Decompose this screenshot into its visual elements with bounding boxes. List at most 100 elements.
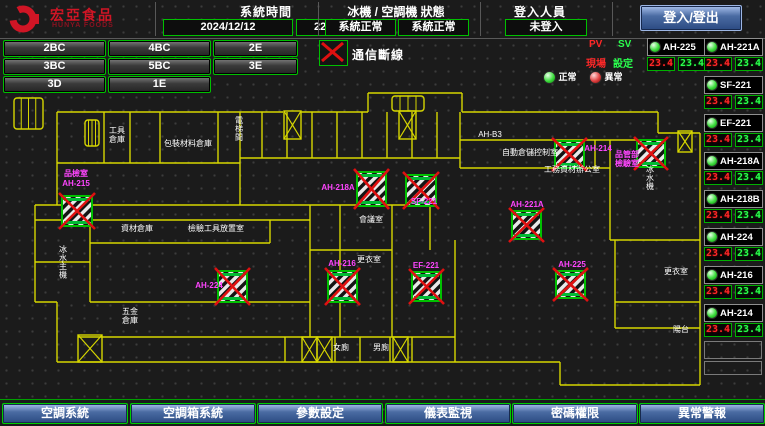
pv-sub-label: 現場 bbox=[586, 55, 606, 70]
room-label-更衣室: 更衣室 bbox=[357, 254, 381, 264]
unit-pv-value: 23.4 bbox=[704, 247, 732, 261]
empty-slot bbox=[704, 341, 762, 359]
device-label-AH-218A: AH-218A bbox=[321, 183, 355, 192]
unit-sv-value: 23.4 bbox=[735, 285, 763, 299]
unit-lamp-icon bbox=[706, 117, 718, 129]
stair-icon bbox=[317, 337, 332, 362]
unit-lamp-icon bbox=[706, 41, 718, 53]
unit-AH-218A[interactable]: AH-218A bbox=[704, 152, 763, 170]
nav-button-5[interactable]: 密碼權限 bbox=[512, 403, 638, 424]
room-label-自動倉儲控制室: 自動倉儲控制室 bbox=[502, 147, 558, 157]
device-label-品管部: 品管部 bbox=[615, 149, 639, 159]
unit-SF-221[interactable]: SF-221 bbox=[704, 76, 763, 94]
unit-sv-value: 23.4 bbox=[735, 171, 763, 185]
room-label-電梯間: 電梯間 bbox=[235, 116, 243, 142]
device-label-AH-216: AH-216 bbox=[328, 259, 356, 268]
device-label-AH-215: AH-215 bbox=[62, 179, 90, 188]
pv-label: PV bbox=[589, 39, 602, 50]
device-label-AH-225: AH-225 bbox=[558, 260, 586, 269]
ahu-device-AH-225[interactable] bbox=[553, 268, 588, 301]
nav-button-3[interactable]: 參數設定 bbox=[257, 403, 383, 424]
unit-AH-218B[interactable]: AH-218B bbox=[704, 190, 763, 208]
room-label-男廁: 男廁 bbox=[373, 342, 389, 352]
logo-subtitle: HUNYA FOODS bbox=[52, 22, 114, 29]
unit-name-label: AH-214 bbox=[720, 308, 753, 319]
unit-sv-value: 23.4 bbox=[735, 95, 763, 109]
unit-lamp-icon bbox=[706, 231, 718, 243]
ahu-device-AH-215[interactable] bbox=[59, 193, 95, 229]
ahu-device-EF-221[interactable] bbox=[409, 269, 444, 304]
device-label-品檢室: 品檢室 bbox=[64, 168, 88, 178]
unit-sv-value: 23.4 bbox=[735, 323, 763, 337]
nav-button-1[interactable]: 空調系統 bbox=[2, 403, 128, 424]
unit-name-label: AH-224 bbox=[720, 232, 753, 243]
unit-name-label: EF-221 bbox=[720, 118, 751, 129]
device-label-檢驗室: 檢驗室 bbox=[615, 158, 639, 168]
device-label-AH-214: AH-214 bbox=[584, 144, 612, 153]
room-label-工具: 工具 bbox=[109, 126, 125, 135]
login-person-label: 登入人員 bbox=[492, 3, 588, 20]
login-logout-button[interactable]: 登入/登出 bbox=[640, 5, 742, 31]
unit-name-label: AH-221A bbox=[720, 42, 760, 53]
unit-AH-216[interactable]: AH-216 bbox=[704, 266, 763, 284]
unit-name-label: SF-221 bbox=[720, 80, 751, 91]
floor-button-3E[interactable]: 3E bbox=[213, 58, 298, 75]
nav-button-6[interactable]: 異常警報 bbox=[639, 403, 765, 424]
room-label-會議室: 會議室 bbox=[359, 214, 383, 224]
chiller-status-value: 系統正常 bbox=[325, 19, 396, 36]
comm-offline-label: 通信斷線 bbox=[352, 46, 404, 63]
unit-EF-221[interactable]: EF-221 bbox=[704, 114, 763, 132]
unit-sv-value: 23.4 bbox=[735, 247, 763, 261]
ramp-icon bbox=[14, 98, 43, 129]
floor-button-2E[interactable]: 2E bbox=[213, 40, 298, 57]
unit-pv-value: 23.4 bbox=[704, 133, 732, 147]
legend-normal-label: 正常 bbox=[559, 72, 577, 82]
divider bbox=[318, 2, 319, 36]
room-label-AH-B3: AH-B3 bbox=[478, 130, 502, 139]
abnormal-lamp-icon bbox=[589, 71, 602, 84]
stair-icon bbox=[678, 131, 692, 152]
header-bar: 宏亞食品 HUNYA FOODS 系統時間 2024/12/12 22:09:5… bbox=[0, 0, 765, 39]
floor-button-5BC[interactable]: 5BC bbox=[108, 58, 211, 75]
unit-AH-214[interactable]: AH-214 bbox=[704, 304, 763, 322]
room-label-五金: 五金 bbox=[122, 306, 138, 316]
device-label-AH-221A: AH-221A bbox=[510, 200, 544, 209]
unit-AH-221A[interactable]: AH-221A bbox=[704, 38, 763, 56]
ahu-device-AH-218A[interactable] bbox=[354, 169, 389, 209]
divider bbox=[155, 2, 156, 36]
device-label-EF-221: EF-221 bbox=[413, 261, 440, 270]
machine-status-label: 冰機 / 空調機 狀態 bbox=[322, 3, 470, 20]
hunya-logo-icon bbox=[8, 4, 46, 34]
login-person-value: 未登入 bbox=[505, 19, 587, 36]
room-label-陽台: 陽台 bbox=[673, 324, 689, 334]
unit-lamp-icon bbox=[706, 79, 718, 91]
nav-divider bbox=[0, 399, 765, 400]
unit-AH-224[interactable]: AH-224 bbox=[704, 228, 763, 246]
room-label-倉庫: 倉庫 bbox=[109, 134, 125, 144]
stair-icon bbox=[302, 337, 317, 362]
nav-button-4[interactable]: 儀表監視 bbox=[385, 403, 511, 424]
room-label-倉庫: 倉庫 bbox=[122, 315, 138, 325]
ramp-icon bbox=[85, 120, 99, 146]
unit-pv-value: 23.4 bbox=[704, 285, 732, 299]
floor-plan: 工具倉庫包裝材料倉庫電梯間資材倉庫檢驗工具放置室冰水主機五金倉庫會議室更衣室AH… bbox=[0, 90, 703, 400]
unit-name-label: AH-218B bbox=[720, 194, 760, 205]
unit-lamp-icon bbox=[706, 307, 718, 319]
room-label-更衣室: 更衣室 bbox=[664, 266, 688, 276]
divider bbox=[480, 2, 481, 36]
floor-button-2BC[interactable]: 2BC bbox=[3, 40, 106, 57]
nav-button-2[interactable]: 空調箱系統 bbox=[130, 403, 256, 424]
ahu-device-AH-216[interactable] bbox=[325, 268, 360, 305]
unit-lamp-icon bbox=[706, 155, 718, 167]
unit-name-label: AH-216 bbox=[720, 270, 753, 281]
unit-name-label: AH-225 bbox=[663, 42, 696, 53]
unit-AH-225[interactable]: AH-225 bbox=[647, 38, 706, 56]
room-label-資材倉庫: 資材倉庫 bbox=[121, 223, 153, 233]
room-label-冰水主機: 冰水主機 bbox=[59, 244, 67, 280]
device-label-SF-221: SF-221 bbox=[411, 197, 438, 206]
system-date-value: 2024/12/12 bbox=[163, 19, 293, 36]
floor-button-3BC[interactable]: 3BC bbox=[3, 58, 106, 75]
ahu-device-AH-221A[interactable] bbox=[509, 208, 544, 242]
floor-button-4BC[interactable]: 4BC bbox=[108, 40, 211, 57]
unit-name-label: AH-218A bbox=[720, 156, 760, 167]
